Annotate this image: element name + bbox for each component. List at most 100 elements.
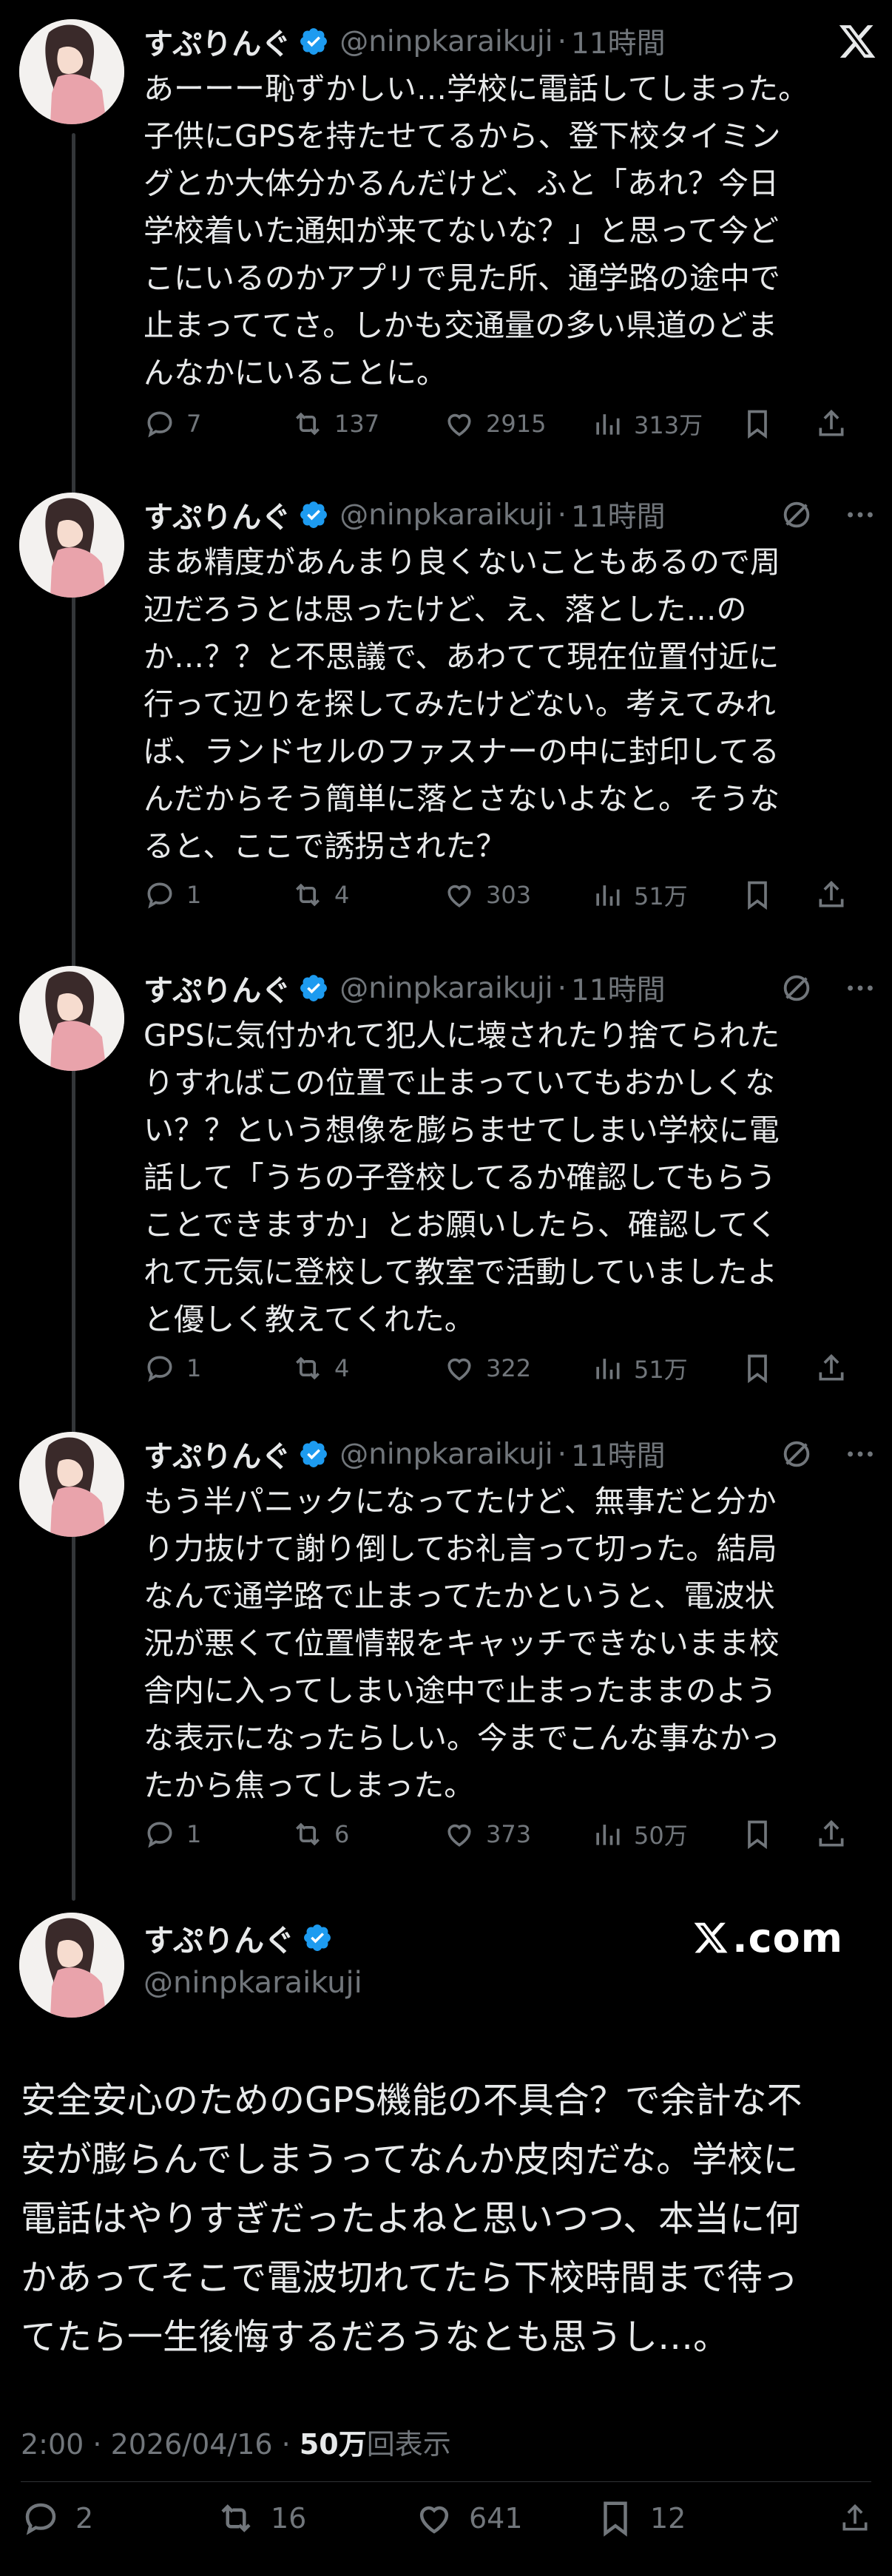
retweet-icon [296,1822,320,1846]
share-icon [819,880,844,907]
handle[interactable]: @ninpkaraikuji [339,25,553,58]
retweet-button[interactable]: 6 [291,1818,443,1850]
divider [21,2481,871,2482]
thread-tweet-3[interactable]: すぷりんぐ @ninpkaraikuji · 11時間 GPSに気付かれて犯人に… [0,947,892,1420]
avatar[interactable] [19,966,124,1071]
views-button[interactable]: 50万 [591,1817,741,1851]
views-button[interactable]: 51万 [591,1351,741,1385]
grok-icon[interactable] [780,1437,814,1471]
retweet-button[interactable]: 4 [291,879,443,911]
retweet-count: 137 [334,410,380,438]
tweet-header: すぷりんぐ @ninpkaraikuji · 11時間 [143,1432,877,1476]
timestamp[interactable]: 11時間 [571,494,666,535]
display-name[interactable]: すぷりんぐ [143,1916,294,1960]
share-button[interactable] [815,408,848,440]
reply-icon [25,2503,56,2535]
handle[interactable]: @ninpkaraikuji [339,972,553,1005]
reply-button[interactable]: 2 [21,2498,216,2538]
tweet-timestamp[interactable]: 2:00 · 2026/04/16 · [21,2428,300,2461]
reply-button[interactable]: 1 [143,1352,291,1385]
reply-count: 1 [186,1820,202,1848]
bookmark-button[interactable] [741,408,815,440]
tweet-actions: 1 4 322 51万 [143,1346,877,1390]
views-count: 50万 [634,1822,688,1850]
tweet-actions: 1 6 373 50万 [143,1812,877,1856]
thread-tweet-4[interactable]: すぷりんぐ @ninpkaraikuji · 11時間 もう半パニックになってた… [0,1413,892,1886]
avatar[interactable] [19,493,124,598]
reply-count: 1 [186,1354,202,1382]
reply-icon [147,411,172,438]
reply-icon [147,1356,172,1382]
x-logo-icon[interactable] [837,21,877,61]
views-button[interactable]: 313万 [591,407,741,441]
bookmark-icon [604,2501,627,2537]
thread-tweet-1[interactable]: すぷりんぐ @ninpkaraikuji · 11時間 あーーー恥ずかしい…学校… [0,0,892,473]
x-com-logo[interactable]: .com [692,1915,843,1961]
timestamp[interactable]: 11時間 [571,21,666,62]
separator: · [557,24,567,58]
more-icon[interactable] [843,971,877,1005]
reply-button[interactable]: 1 [143,1818,291,1850]
timestamp[interactable]: 11時間 [571,967,666,1009]
retweet-icon [221,2504,251,2532]
tweet-text: まあ精度があんまり良くないこともあるので周 辺だろうとは思ったけど、え、落とした… [143,544,780,864]
reply-button[interactable]: 1 [143,879,291,911]
tweet-actions: 2 16 641 12 [21,2492,871,2544]
tweet-text: あーーー恥ずかしい…学校に電話してしまった。 子供にGPSを持たせてるから、登下… [143,71,809,391]
views-count: 51万 [634,1356,688,1384]
views-icon [596,1359,620,1379]
thread-tweet-2[interactable]: すぷりんぐ @ninpkaraikuji · 11時間 まあ精度があんまり良くな… [0,473,892,947]
like-button[interactable]: 373 [443,1818,591,1850]
more-icon[interactable] [843,1437,877,1471]
avatar[interactable] [19,1432,124,1537]
heart-icon [447,885,471,907]
display-name[interactable]: すぷりんぐ [143,493,291,536]
tweet-text: もう半パニックになってたけど、無事だと分か り力抜けて謝り倒してお礼言って切った… [143,1484,780,1803]
retweet-icon [296,1356,320,1380]
retweet-count: 4 [334,881,350,909]
retweet-button[interactable]: 16 [216,2498,414,2538]
retweet-button[interactable]: 4 [291,1352,443,1385]
grok-icon[interactable] [780,971,814,1005]
display-name[interactable]: すぷりんぐ [143,967,291,1010]
retweet-button[interactable]: 137 [291,408,443,440]
heart-icon [447,413,471,436]
avatar[interactable] [19,19,124,124]
like-button[interactable]: 322 [443,1352,591,1385]
display-name[interactable]: すぷりんぐ [143,20,291,63]
like-button[interactable]: 2915 [443,408,591,440]
handle[interactable]: @ninpkaraikuji [143,1966,362,2000]
bookmark-button[interactable] [741,1818,815,1850]
views-icon [596,885,620,906]
x-logo-icon [694,1922,728,1953]
bookmark-button[interactable] [741,1352,815,1385]
share-button[interactable] [815,1818,848,1850]
share-button[interactable] [815,879,848,911]
handle[interactable]: @ninpkaraikuji [339,498,553,532]
bookmark-button[interactable]: 12 [595,2498,818,2538]
tweet-header: すぷりんぐ @ninpkaraikuji · 11時間 [143,493,877,537]
like-button[interactable]: 303 [443,879,591,911]
timestamp[interactable]: 11時間 [571,1433,666,1475]
bookmark-button[interactable] [741,879,815,911]
tweet-text: 安全安心のためのGPS機能の不具合？で余計な不 安が膨らんでしまうってなんか皮肉… [21,2080,803,2358]
views-button[interactable]: 51万 [591,878,741,912]
bookmark-icon [748,1820,767,1850]
tweet-header: すぷりんぐ @ninpkaraikuji · 11時間 [143,19,877,64]
header-actions [780,498,877,532]
more-icon[interactable] [843,498,877,532]
handle[interactable]: @ninpkaraikuji [339,1438,553,1471]
display-name[interactable]: すぷりんぐ [143,1433,291,1475]
retweet-count: 4 [334,1354,350,1382]
bookmark-count: 12 [650,2502,686,2535]
share-button[interactable] [815,1352,848,1385]
grok-icon[interactable] [780,498,814,532]
avatar[interactable] [19,1913,124,2018]
share-button[interactable] [839,2498,871,2538]
like-button[interactable]: 641 [414,2498,595,2538]
header-actions [780,1437,877,1471]
share-icon [819,409,844,436]
header-actions [780,971,877,1005]
reply-button[interactable]: 7 [143,408,291,440]
retweet-icon [296,883,320,907]
